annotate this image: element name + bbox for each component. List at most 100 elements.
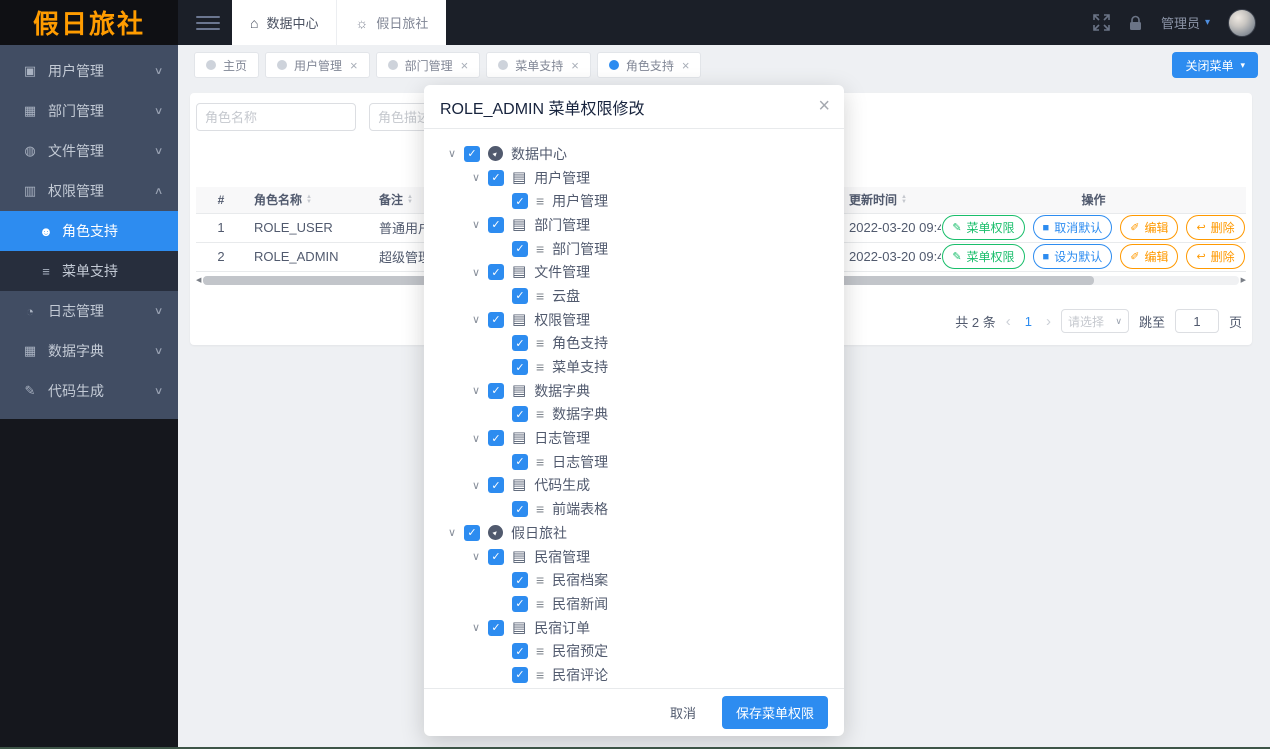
column-header: 角色名称 ▲ ▼ (246, 187, 371, 214)
checkbox-checked[interactable]: ✓ (512, 287, 528, 304)
action-cancel-default-button[interactable]: ■ 取消默认 (1032, 215, 1113, 240)
close-icon[interactable]: × (350, 58, 358, 73)
role-name-input[interactable] (196, 103, 356, 131)
menu-folder-icon: ▤ (512, 215, 527, 233)
checkbox-checked[interactable]: ✓ (488, 382, 504, 399)
checkbox-checked[interactable]: ✓ (512, 335, 528, 352)
page-number[interactable]: 1 (1021, 314, 1036, 329)
action-delete-button[interactable]: ↩ 删除 (1186, 244, 1245, 269)
list-icon: ≡ (536, 240, 545, 257)
tree-node-label: 假日旅社 (511, 524, 567, 541)
close-icon[interactable]: × (818, 95, 830, 118)
chevron-down-icon[interactable]: ∨ (472, 621, 488, 634)
fullscreen-icon[interactable] (1093, 14, 1110, 31)
list-icon: ≡ (536, 572, 545, 589)
list-icon: ≡ (536, 666, 545, 683)
close-icon[interactable]: × (682, 58, 690, 73)
tab-users[interactable]: 用户管理 × (265, 52, 370, 78)
sidebar-item-dictionary[interactable]: ▦ 数据字典 ∨ (0, 331, 178, 371)
avatar[interactable] (1228, 8, 1256, 37)
chevron-down-icon[interactable]: ∨ (448, 147, 464, 160)
chevron-down-icon[interactable]: ∨ (472, 171, 488, 184)
tree-node: ∨ ✓ ▤ 文件管理 (436, 260, 832, 284)
sidebar-item-menus[interactable]: ≡ 菜单支持 (0, 251, 178, 291)
chevron-down-icon[interactable]: ∨ (472, 550, 488, 563)
checkbox-checked[interactable]: ✓ (512, 453, 528, 470)
save-permissions-button[interactable]: 保存菜单权限 (721, 696, 828, 729)
jump-page-input[interactable] (1174, 309, 1219, 333)
sidebar-item-logs[interactable]: ◔ 日志管理 ∨ (0, 291, 178, 331)
list-icon: ≡ (536, 359, 545, 376)
sidebar-item-users[interactable]: ▣ 用户管理 ∨ (0, 51, 178, 91)
close-icon[interactable]: × (571, 58, 579, 73)
checkbox-checked[interactable]: ✓ (488, 548, 504, 565)
chevron-down-icon[interactable]: ∨ (472, 266, 488, 279)
chevron-down-icon[interactable]: ∨ (472, 432, 488, 445)
sidebar-item-files[interactable]: ◍ 文件管理 ∨ (0, 131, 178, 171)
hamburger-icon[interactable] (196, 15, 220, 30)
user-menu[interactable]: 管理员 ▾ (1161, 13, 1210, 32)
close-icon[interactable]: × (461, 58, 469, 73)
checkbox-checked[interactable]: ✓ (512, 595, 528, 612)
tab-roles[interactable]: 角色支持 × (596, 52, 702, 78)
checkbox-checked[interactable]: ✓ (512, 193, 528, 210)
checkbox-checked[interactable]: ✓ (488, 430, 504, 447)
dictionary-icon: ▦ (23, 343, 37, 358)
departments-icon: ▦ (23, 103, 37, 118)
action-edit-button[interactable]: ✐ 编辑 (1120, 215, 1179, 240)
checkbox-checked[interactable]: ✓ (464, 145, 480, 162)
sort-icon[interactable]: ▲ ▼ (306, 194, 312, 205)
tab-menus[interactable]: 菜单支持 × (486, 52, 591, 78)
close-menu-button[interactable]: 关闭菜单 ▾ (1172, 52, 1258, 78)
checkbox-checked[interactable]: ✓ (488, 619, 504, 636)
sidebar-item-permissions[interactable]: ▥ 权限管理 ∧ (0, 171, 178, 211)
chevron-down-icon[interactable]: ∨ (472, 384, 488, 397)
list-icon: ≡ (536, 193, 545, 210)
cancel-button[interactable]: 取消 (660, 697, 706, 728)
scroll-right-icon[interactable]: ▶ (1241, 276, 1246, 285)
codegen-icon: ✎ (24, 383, 36, 398)
checkbox-checked[interactable]: ✓ (488, 311, 504, 328)
checkbox-checked[interactable]: ✓ (512, 666, 528, 683)
checkbox-checked[interactable]: ✓ (512, 359, 528, 376)
tree-node-label: 数据字典 (534, 382, 591, 399)
checkbox-checked[interactable]: ✓ (512, 406, 528, 423)
topnav-item-holiday-inn[interactable]: ☼ 假日旅社 (336, 0, 447, 45)
chevron-down-icon: ▾ (1240, 59, 1245, 70)
action-menu-perms-button[interactable]: ✎ 菜单权限 (942, 215, 1025, 240)
checkbox-checked[interactable]: ✓ (488, 216, 504, 233)
chevron-down-icon[interactable]: ∨ (472, 479, 488, 492)
tab-departments[interactable]: 部门管理 × (375, 52, 481, 78)
prev-page-icon[interactable]: ‹ (1006, 313, 1011, 330)
next-page-icon[interactable]: › (1046, 313, 1051, 330)
checkbox-checked[interactable]: ✓ (464, 524, 480, 541)
scroll-left-icon[interactable]: ◀ (196, 276, 201, 285)
checkbox-checked[interactable]: ✓ (512, 240, 528, 257)
action-edit-button[interactable]: ✐ 编辑 (1120, 244, 1179, 269)
sort-icon[interactable]: ▲ ▼ (901, 194, 907, 205)
chevron-down-icon[interactable]: ∨ (448, 526, 464, 539)
topnav-item-data-center[interactable]: ⌂ 数据中心 (232, 0, 337, 45)
tab-status-dot (387, 60, 398, 70)
sidebar-item-roles[interactable]: ☻ 角色支持 (0, 211, 178, 251)
square-icon: ■ (1042, 250, 1050, 263)
action-menu-perms-button[interactable]: ✎ 菜单权限 (942, 244, 1025, 269)
chevron-down-icon[interactable]: ∨ (472, 313, 488, 326)
checkbox-checked[interactable]: ✓ (488, 264, 504, 281)
page-size-select[interactable]: 请选择 ∨ (1060, 309, 1129, 333)
checkbox-checked[interactable]: ✓ (488, 477, 504, 494)
checkbox-checked[interactable]: ✓ (512, 643, 528, 660)
sidebar-item-departments[interactable]: ▦ 部门管理 ∨ (0, 91, 178, 131)
checkbox-checked[interactable]: ✓ (488, 169, 504, 186)
chevron-down-icon[interactable]: ∨ (472, 218, 488, 231)
checkbox-checked[interactable]: ✓ (512, 572, 528, 589)
permissions-icon: ▥ (23, 183, 37, 198)
action-delete-button[interactable]: ↩ 删除 (1186, 215, 1245, 240)
checkbox-checked[interactable]: ✓ (512, 501, 528, 518)
tab-home[interactable]: 主页 (194, 52, 260, 78)
action-set-default-button[interactable]: ■ 设为默认 (1032, 244, 1113, 269)
sidebar-item-codegen[interactable]: ✎ 代码生成 ∨ (0, 371, 178, 411)
lock-icon[interactable] (1128, 15, 1143, 31)
column-label: 备注 (379, 193, 404, 208)
sort-icon[interactable]: ▲ ▼ (407, 194, 413, 205)
